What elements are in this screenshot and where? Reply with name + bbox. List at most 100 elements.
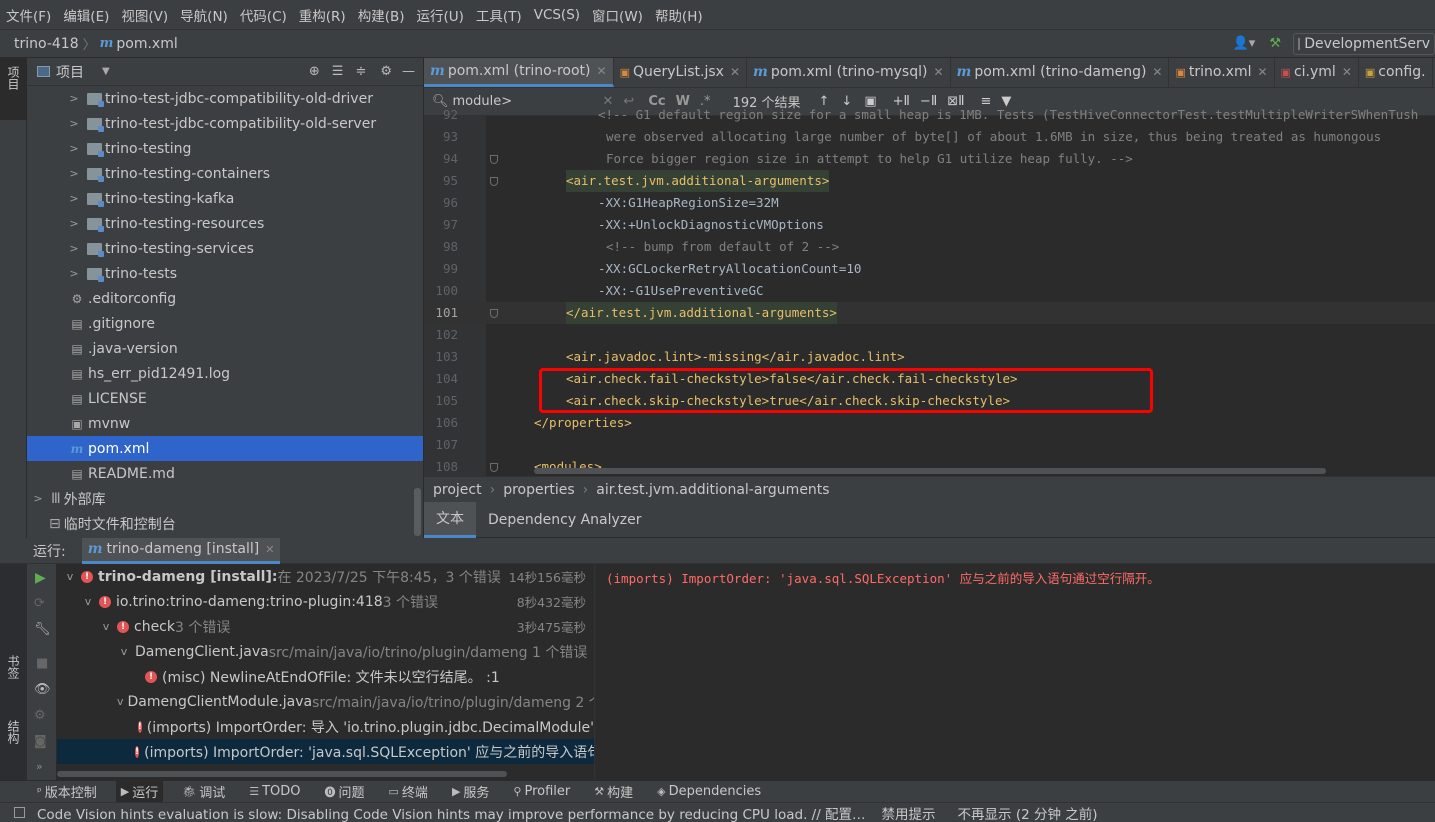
menu-item[interactable]: VCS(S)	[534, 7, 580, 23]
camera-icon[interactable]: ◙	[34, 734, 47, 749]
project-tree-item[interactable]: > trino-testing-containers	[27, 161, 423, 186]
tool-window-button[interactable]: ◈ Dependencies	[652, 781, 766, 803]
breadcrumb-item[interactable]: project	[433, 482, 482, 498]
chevron-right-icon[interactable]: >	[67, 192, 81, 205]
code-line[interactable]: 93 were observed allocating large number …	[424, 126, 1435, 148]
code-line[interactable]: 92 <!-- G1 default region size for a smal…	[424, 104, 1435, 126]
project-tree-item[interactable]: > trino-tests	[27, 261, 423, 286]
toggle-view-icon[interactable]: ⟳	[34, 596, 45, 611]
fold-icon[interactable]	[490, 463, 498, 472]
menu-item[interactable]: 工具(T)	[476, 5, 522, 25]
project-tree-item[interactable]: ▤ .java-version	[27, 336, 423, 361]
chevron-down-icon[interactable]: v	[99, 620, 113, 633]
code-line[interactable]: 99 -XX:GCLockerRetryAllocationCount=10	[424, 258, 1435, 280]
tool-window-button[interactable]: ☰ TODO	[244, 781, 305, 803]
menu-item[interactable]: 运行(U)	[417, 5, 464, 25]
tool-window-button[interactable]: ⓿ 问题	[320, 781, 370, 803]
run-tab[interactable]: m trino-dameng [install] ✕	[81, 537, 281, 564]
code-area[interactable]: 92 <!-- G1 default region size for a smal…	[424, 107, 1435, 476]
project-panel-title[interactable]: 项目	[56, 62, 84, 82]
editor-tab[interactable]: m pom.xml (trino-dameng) ✕	[951, 58, 1170, 87]
project-tree-item[interactable]: > trino-testing-resources	[27, 211, 423, 236]
code-line[interactable]: 103 <air.javadoc.lint>-missing</air.javad…	[424, 346, 1435, 368]
close-icon[interactable]: ✕	[933, 65, 943, 79]
tab-text[interactable]: 文本	[424, 501, 476, 538]
menu-item[interactable]: 文件(F)	[6, 5, 51, 25]
nav-file[interactable]: pom.xml	[116, 36, 177, 52]
chevron-right-icon[interactable]: >	[67, 217, 81, 230]
project-tree-item[interactable]: > trino-testing-services	[27, 236, 423, 261]
user-icon[interactable]: 👤▾	[1233, 36, 1256, 51]
menu-item[interactable]: 编辑(E)	[63, 5, 109, 25]
project-tree-item[interactable]: m pom.xml	[27, 436, 423, 461]
code-line[interactable]: 95 <air.test.jvm.additional-arguments>	[424, 170, 1435, 192]
run-tree-item[interactable]: ! (imports) ImportOrder: 导入 'io.trino.plu…	[57, 714, 594, 739]
scratches-and-consoles[interactable]: ⊟ 临时文件和控制台	[27, 511, 423, 536]
tool-window-button[interactable]: ⚒ 构建	[589, 781, 638, 803]
code-line[interactable]: 94 Force bigger region size in attempt to…	[424, 148, 1435, 170]
close-icon[interactable]: ✕	[265, 543, 274, 556]
close-icon[interactable]: ✕	[1342, 65, 1352, 79]
rerun-icon[interactable]: ▶	[35, 570, 46, 586]
console-output[interactable]: (imports) ImportOrder: 'java.sql.SQLExce…	[596, 564, 1435, 780]
editor-tab[interactable]: ▣ QueryList.jsx ✕	[614, 58, 747, 87]
structure-tool-button[interactable]: 结构	[0, 720, 27, 775]
tool-window-button[interactable]: ⚲ Profiler	[508, 781, 575, 803]
run-tree-item[interactable]: ! (imports) ImportOrder: 'java.sql.SQLExc…	[57, 739, 594, 764]
editor-tab[interactable]: ▣ trino.xml ✕	[1169, 58, 1275, 87]
more-icon[interactable]: »	[36, 760, 43, 773]
code-line[interactable]: 97 -XX:+UnlockDiagnosticVMOptions	[424, 214, 1435, 236]
menu-item[interactable]: 视图(V)	[121, 5, 168, 25]
chevron-down-icon[interactable]: v	[117, 695, 124, 708]
code-line[interactable]: 102	[424, 324, 1435, 346]
external-libraries[interactable]: > Ⅲ 外部库	[27, 486, 423, 511]
code-line[interactable]: 106 </properties>	[424, 412, 1435, 434]
breadcrumb-item[interactable]: properties	[503, 482, 574, 498]
menu-item[interactable]: 代码(C)	[240, 5, 287, 25]
chevron-down-icon[interactable]: v	[81, 595, 95, 608]
collapse-all-icon[interactable]: ≑	[355, 64, 366, 79]
chevron-down-icon[interactable]: ▼	[102, 66, 110, 77]
chevron-right-icon[interactable]: >	[67, 142, 81, 155]
menu-item[interactable]: 重构(R)	[299, 5, 346, 25]
nav-project[interactable]: trino-418	[14, 36, 79, 52]
project-tree-item[interactable]: ⚙ .editorconfig	[27, 286, 423, 311]
breadcrumb-item[interactable]: air.test.jvm.additional-arguments	[596, 482, 829, 498]
fold-icon[interactable]	[490, 309, 498, 318]
build-hammer-icon[interactable]: ⚒	[1269, 36, 1281, 51]
close-icon[interactable]: ✕	[730, 65, 740, 79]
code-line[interactable]: 98 <!-- bump from default of 2 -->	[424, 236, 1435, 258]
horizontal-scrollbar[interactable]	[534, 468, 1326, 474]
menu-item[interactable]: 构建(B)	[358, 5, 405, 25]
minimize-icon[interactable]: —	[402, 64, 415, 79]
close-icon[interactable]: ✕	[1257, 65, 1267, 79]
menu-item[interactable]: 窗口(W)	[592, 5, 643, 25]
run-tree-scrollbar[interactable]	[57, 771, 507, 777]
close-icon[interactable]: ✕	[597, 64, 607, 78]
bookmarks-tool-button[interactable]: 书签	[0, 655, 27, 710]
tool-window-button[interactable]: ▶ 运行	[115, 780, 164, 803]
run-tree-item[interactable]: v! check 3 个错误 3秒475毫秒	[57, 614, 594, 639]
editor-tab[interactable]: m pom.xml (trino-root) ✕	[424, 58, 614, 87]
code-line[interactable]: 107	[424, 434, 1435, 456]
expand-all-icon[interactable]: ☰	[332, 64, 344, 79]
project-tree-item[interactable]: ▣ mvnw	[27, 411, 423, 436]
disable-hints-link[interactable]: 禁用提示	[882, 803, 936, 822]
tab-dependency-analyzer[interactable]: Dependency Analyzer	[476, 512, 654, 528]
chevron-right-icon[interactable]: >	[67, 92, 81, 105]
editor-tab[interactable]: ▣ config.	[1359, 58, 1433, 87]
run-tree-item[interactable]: v! io.trino:trino-dameng:trino-plugin:418…	[57, 589, 594, 614]
menu-item[interactable]: 导航(N)	[180, 5, 228, 25]
run-config-selector[interactable]: DevelopmentServ	[1293, 32, 1435, 55]
tool-window-button[interactable]: 🐞︎ 调试	[177, 781, 230, 803]
menu-item[interactable]: 帮助(H)	[655, 5, 703, 25]
chevron-down-icon[interactable]: v	[117, 645, 131, 658]
status-message[interactable]: Code Vision hints evaluation is slow: Di…	[37, 803, 866, 822]
project-tree-item[interactable]: > trino-testing-kafka	[27, 186, 423, 211]
code-line[interactable]: 101 </air.test.jvm.additional-arguments>	[424, 302, 1435, 324]
chevron-right-icon[interactable]: >	[31, 492, 45, 505]
chevron-right-icon[interactable]: >	[67, 267, 81, 280]
tool-window-button[interactable]: ▭ 终端	[384, 781, 433, 803]
editor-tab[interactable]: m pom.xml (trino-mysql) ✕	[747, 58, 951, 87]
tool-window-button[interactable]: ᵖ 版本控制	[32, 781, 102, 803]
